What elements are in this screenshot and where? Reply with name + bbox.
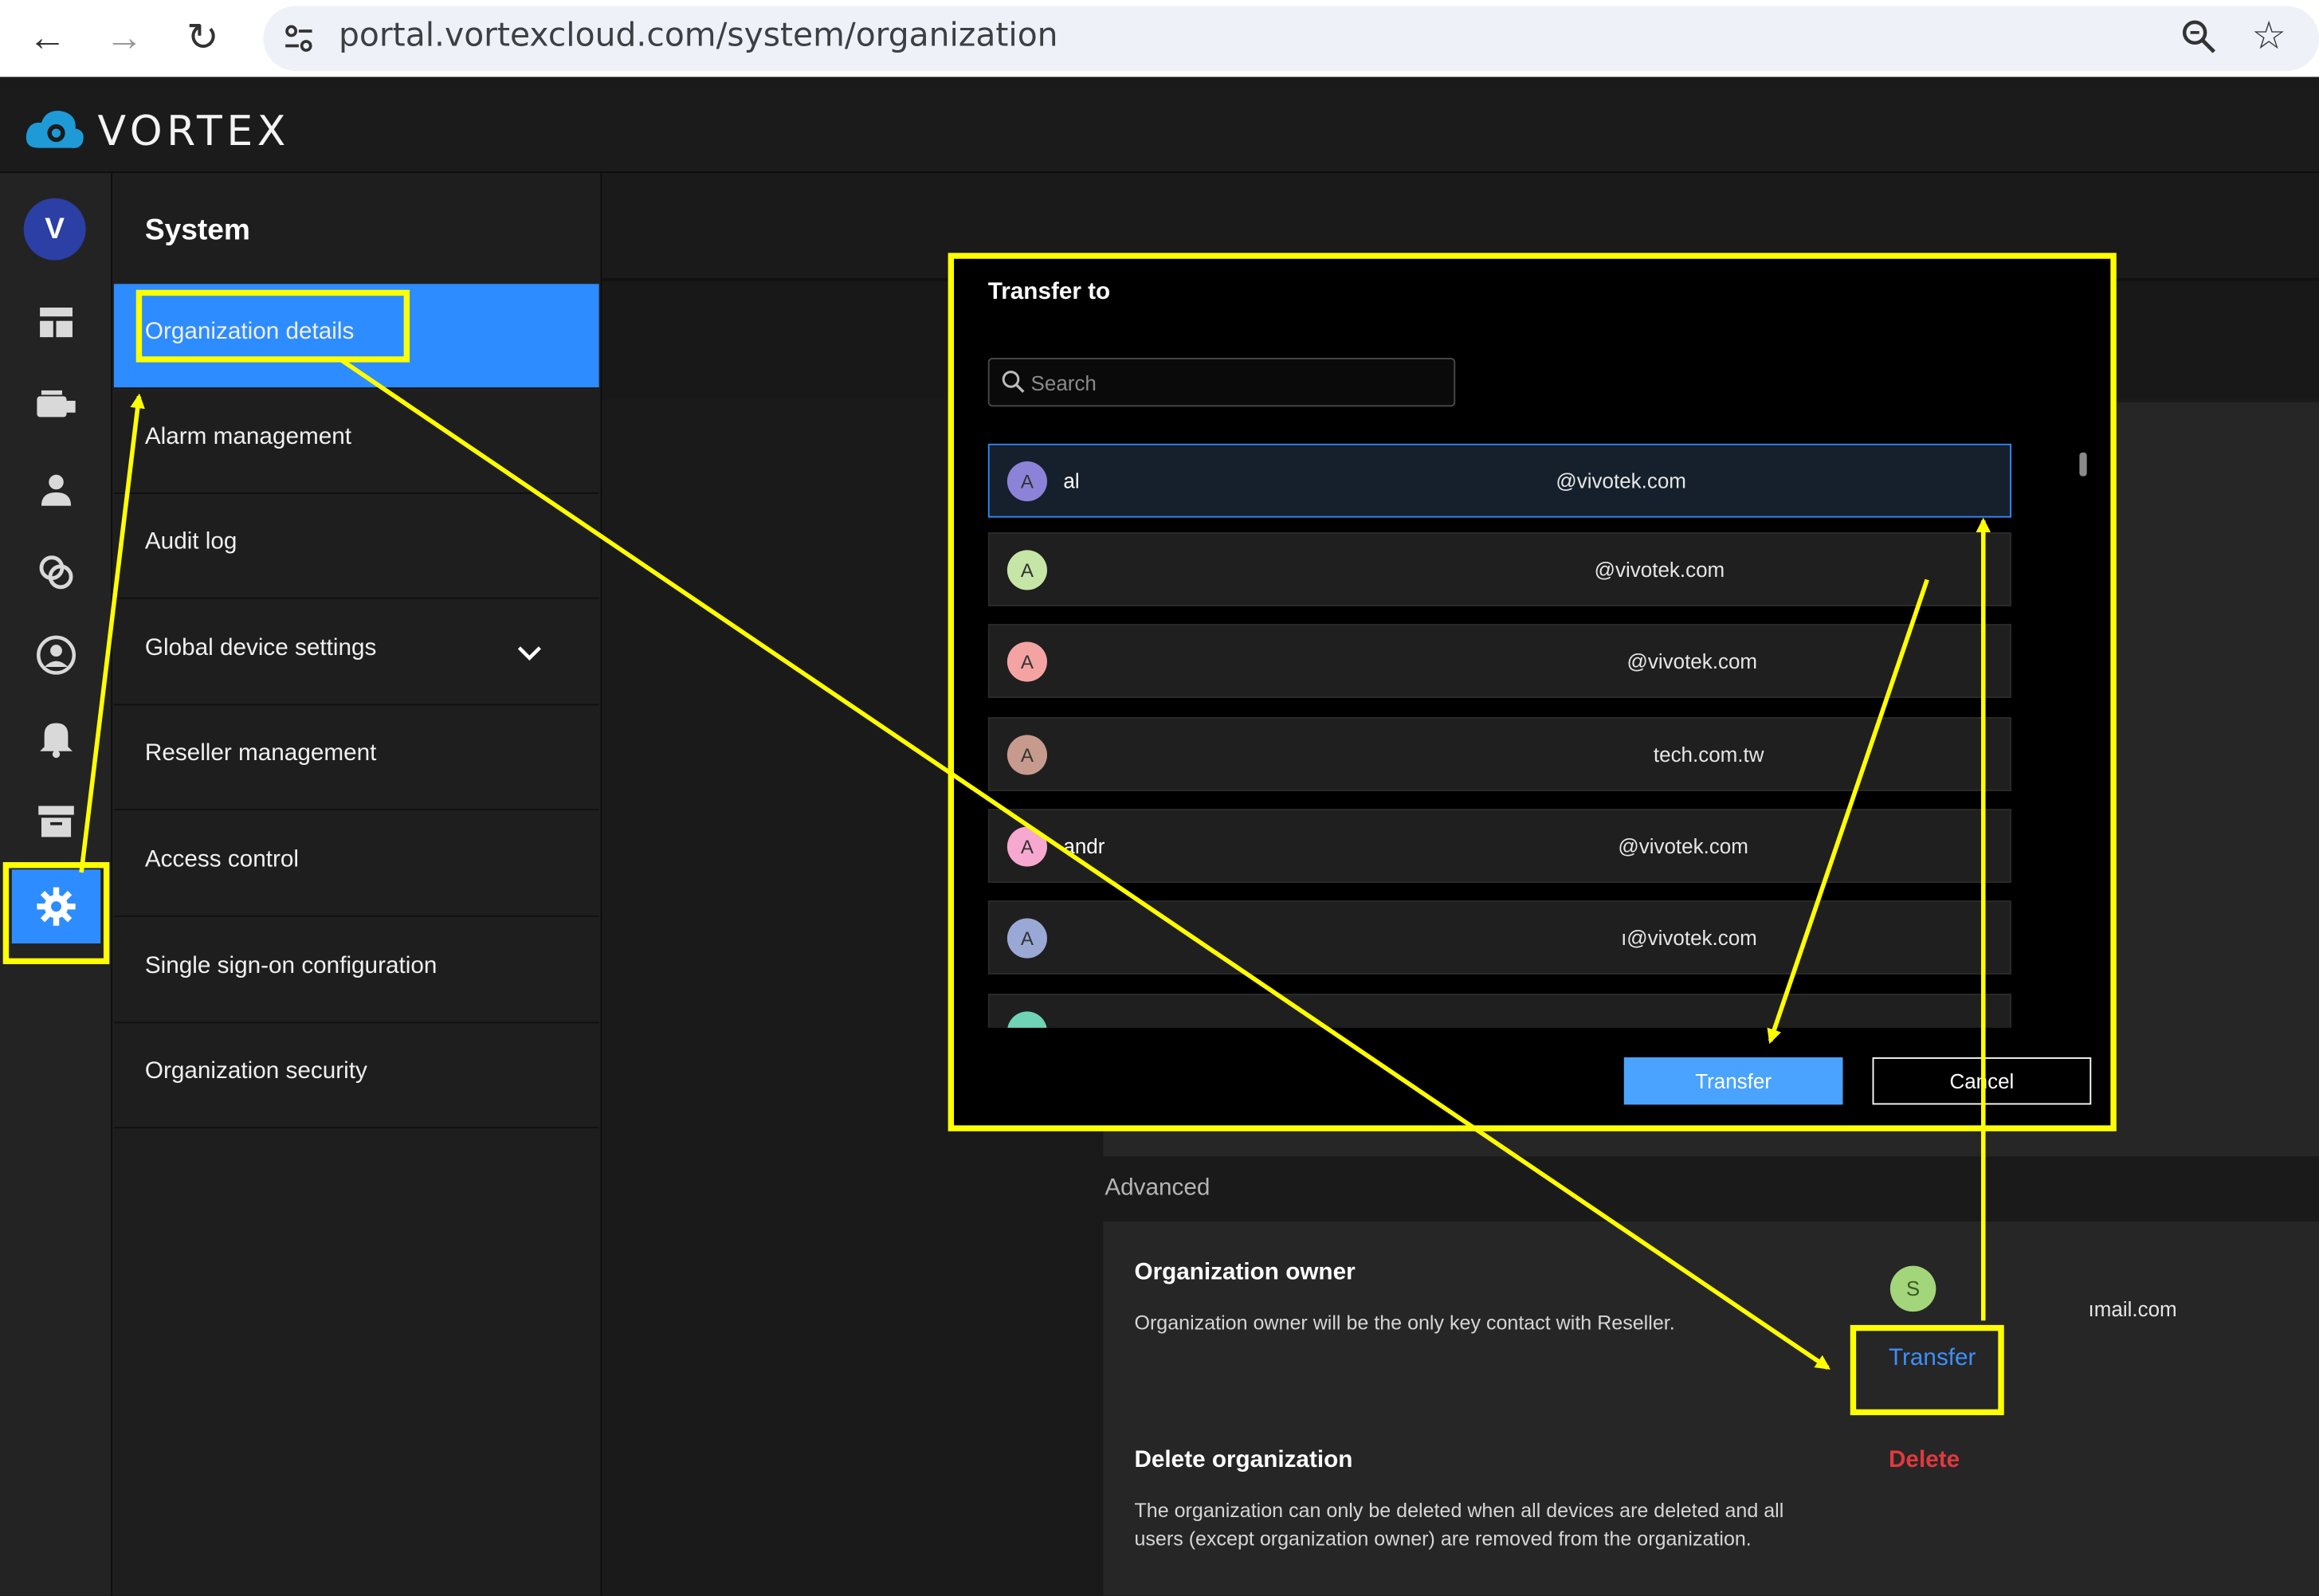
arrow-menu-to-transfer bbox=[339, 357, 1830, 1371]
arrow-user-to-button bbox=[1767, 578, 1929, 1045]
annotation-arrows bbox=[79, 357, 1991, 1371]
arrow-settings-to-menu bbox=[79, 393, 145, 873]
